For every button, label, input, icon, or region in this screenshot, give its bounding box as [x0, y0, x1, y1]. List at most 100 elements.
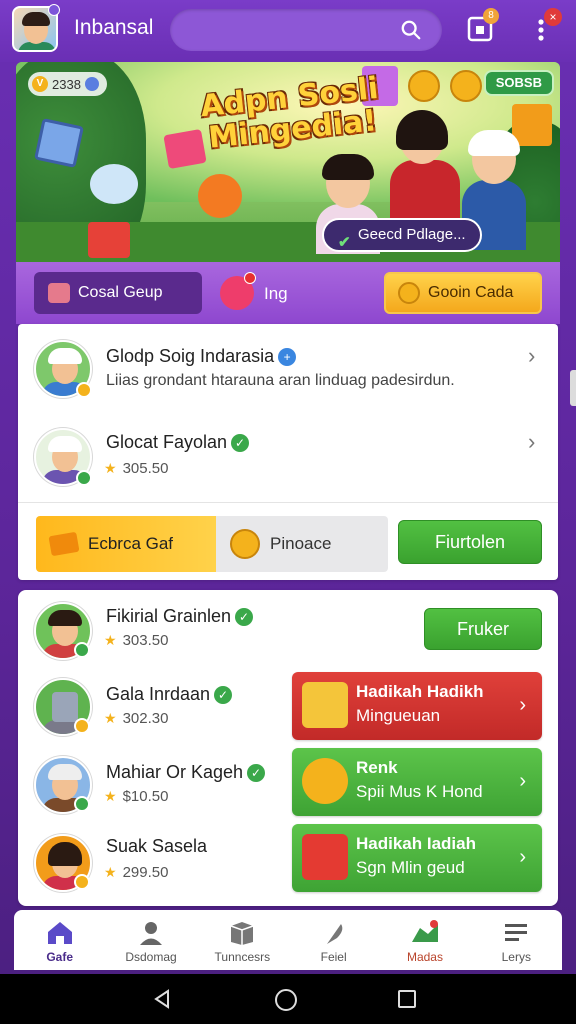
list-icon [505, 924, 528, 941]
fruker-button[interactable]: Fruker [424, 608, 542, 650]
nav-item-list[interactable]: Lerys [471, 910, 562, 970]
star-icon: ★ [104, 710, 117, 726]
leaderboard-card: Fikirial Grainlen ✓ ★ 303.50 Fruker Gala I… [18, 590, 558, 906]
verified-icon: ✓ [214, 686, 233, 705]
promo-button-green[interactable]: Renk Spii Mus K Hond › [292, 748, 542, 816]
exchange-button[interactable]: Ecbrca Gaf [36, 516, 216, 572]
divider [18, 502, 558, 503]
hand-icon [48, 283, 70, 303]
notification-dot-icon [48, 4, 60, 16]
list-item-desc: Liias grondant htarauna aran linduag pad… [106, 372, 455, 389]
nav-item-box[interactable]: Tunncesrs [197, 910, 288, 970]
nav-label: Madas [406, 950, 443, 964]
coin-icon [230, 529, 260, 559]
chevron-right-icon[interactable]: › [528, 431, 542, 453]
plus-icon: + [278, 348, 297, 367]
coin-icon [302, 758, 348, 804]
nav-label: Feiel [320, 950, 347, 964]
banner-pill[interactable]: SOBSB [483, 70, 554, 96]
feather-icon [326, 924, 342, 944]
nav-item-map[interactable]: Madas [379, 910, 470, 970]
nav-label: Dsdomag [125, 950, 177, 964]
check-badge-icon [76, 470, 92, 486]
gift-icon [512, 104, 552, 146]
list-item-score: ★ $10.50 [104, 788, 169, 805]
coin-code-label: Gooin Cada [428, 284, 514, 301]
banner-cta-button[interactable]: ✔ Geecd Pdlage... [322, 218, 482, 252]
promo-banner[interactable]: Adpn Sosli Mingedia! V 2338 SOBSB ✔ Geec… [16, 62, 560, 262]
nav-label: Gafe [46, 950, 73, 964]
list-item-score: ★ 305.50 [104, 460, 169, 477]
back-icon[interactable] [152, 989, 172, 1009]
teddy-icon [90, 164, 138, 204]
ticket-icon [48, 531, 80, 557]
map-pin-icon [411, 920, 438, 942]
star-icon: ★ [104, 460, 117, 476]
list-item-title: Fikirial Grainlen ✓ [106, 606, 254, 627]
gift-icon [88, 222, 130, 258]
toy-icon [198, 174, 242, 218]
coin-icon [450, 70, 482, 102]
coin-symbol: V [32, 76, 48, 92]
social-group-button[interactable]: Cosal Geup [34, 272, 202, 314]
check-badge-icon [74, 642, 90, 658]
list-item-title: Gala Inrdaan ✓ [106, 684, 233, 705]
system-nav-bar [0, 974, 576, 1024]
list-item-title: Suak Sasela [106, 836, 208, 856]
coin-badge-icon [74, 874, 90, 890]
coin-code-button[interactable]: Gooin Cada [384, 272, 542, 314]
coin-icon [398, 282, 420, 304]
list-item-score: ★ 299.50 [104, 864, 169, 881]
box-icon [231, 922, 254, 945]
check-icon: ✔ [338, 234, 351, 251]
search-icon[interactable] [400, 19, 422, 41]
recent-apps-icon[interactable] [398, 990, 416, 1008]
exchange-label: Ecbrca Gaf [88, 534, 174, 553]
promo-button-red[interactable]: Hadikah Hadikh Mingueuan › [292, 672, 542, 740]
pinoace-button[interactable]: Pinoace [216, 516, 388, 572]
promo-subtitle: Mingueuan [356, 706, 441, 725]
cube-icon [34, 118, 84, 168]
list-item[interactable]: Glodp Soig Indarasia + Liias grondant hta… [18, 324, 558, 412]
list-item-score: ★ 302.30 [104, 710, 169, 727]
chevron-right-icon: › [519, 846, 526, 868]
promo-subtitle: Sgn Mlin geud [356, 858, 465, 877]
coin-counter[interactable]: V 2338 [28, 72, 107, 96]
star-icon: ★ [104, 864, 117, 880]
coin-badge-icon [76, 382, 92, 398]
heart-label[interactable]: Ing [264, 284, 288, 304]
profile-icon [139, 922, 162, 945]
nav-item-feather[interactable]: Feiel [288, 910, 379, 970]
star-icon: ★ [104, 632, 117, 648]
gift-badge: 8 [483, 8, 499, 24]
promo-subtitle: Spii Mus K Hond [356, 782, 483, 801]
nav-item-home[interactable]: Gafe [14, 910, 105, 970]
gift-icon [302, 834, 348, 880]
pinoace-label: Pinoace [270, 534, 332, 553]
promo-button-green-2[interactable]: Hadikah Iadiah Sgn Mlin geud › [292, 824, 542, 892]
list-item-title: Mahiar Or Kageh ✓ [106, 762, 266, 783]
gift-icon [302, 682, 348, 728]
list-item-title: Glodp Soig Indarasia + [106, 346, 297, 367]
check-badge-icon [74, 796, 90, 812]
list-item[interactable]: Glocat Fayolan ✓ ★ 305.50 › [18, 412, 558, 502]
fiurtolen-button[interactable]: Fiurtolen [398, 520, 542, 564]
home-circle-icon[interactable] [275, 989, 297, 1011]
promo-title: Renk [356, 758, 398, 777]
nav-label: Tunncesrs [214, 950, 271, 964]
coin-count: 2338 [52, 76, 81, 92]
top-app-bar: Inbansal 8 × [0, 0, 576, 62]
close-icon[interactable]: × [544, 8, 562, 26]
verified-icon: ✓ [235, 608, 254, 627]
list-item-title: Glocat Fayolan ✓ [106, 432, 250, 453]
edge-handle[interactable] [570, 370, 576, 406]
list-item-score: ★ 303.50 [104, 632, 169, 649]
chevron-right-icon: › [519, 770, 526, 792]
home-icon [47, 922, 72, 944]
search-input[interactable] [170, 9, 442, 51]
heart-icon[interactable] [220, 272, 256, 310]
chevron-right-icon[interactable]: › [528, 345, 542, 367]
group-card: Glodp Soig Indarasia + Liias grondant hta… [18, 324, 558, 580]
nav-item-profile[interactable]: Dsdomag [105, 910, 196, 970]
star-icon [84, 77, 99, 91]
